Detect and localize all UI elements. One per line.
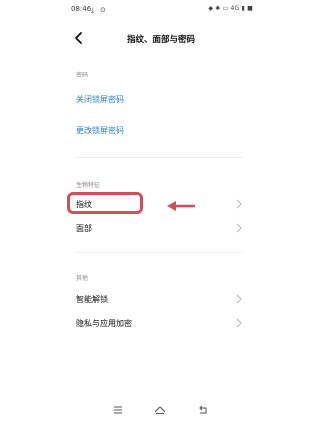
notification-icon: ⊙ bbox=[100, 6, 106, 14]
chevron-right-icon bbox=[236, 294, 242, 304]
chevron-right-icon bbox=[236, 223, 242, 233]
row-label-privacy-app-encryption: 隐私与应用加密 bbox=[76, 319, 132, 328]
status-bar: 08:46 ⤓ ⊙ ◆ ✱ ▭ 4G ▮ ■ bbox=[71, 5, 253, 17]
back-icon[interactable] bbox=[196, 404, 210, 416]
status-time: 08:46 bbox=[71, 5, 92, 13]
change-lock-password-link[interactable]: 更改锁屏密码 bbox=[76, 125, 124, 136]
pointer-arrow-icon bbox=[167, 201, 195, 211]
header: 指纹、面部与密码 bbox=[61, 30, 261, 50]
settings-row-smart-unlock[interactable]: 智能解锁 bbox=[76, 292, 243, 308]
divider bbox=[76, 157, 243, 158]
page-title: 指纹、面部与密码 bbox=[126, 35, 195, 45]
chevron-right-icon bbox=[236, 199, 242, 209]
divider bbox=[76, 252, 243, 253]
settings-screen: 08:46 ⤓ ⊙ ◆ ✱ ▭ 4G ▮ ■ 指纹、面部与密码 密码 关闭锁屏密… bbox=[61, 0, 261, 421]
turn-off-lock-password-link[interactable]: 关闭锁屏密码 bbox=[76, 94, 124, 105]
status-indicators: ◆ ✱ ▭ 4G ▮ ■ bbox=[208, 5, 253, 12]
chevron-right-icon bbox=[236, 318, 242, 328]
row-label-face: 面部 bbox=[76, 224, 92, 233]
download-icon: ⤓ bbox=[91, 6, 95, 14]
highlight-box bbox=[67, 192, 143, 214]
navigation-bar bbox=[61, 404, 261, 418]
section-label-other: 其他 bbox=[76, 275, 89, 282]
settings-row-face[interactable]: 面部 bbox=[76, 221, 243, 237]
row-label-smart-unlock: 智能解锁 bbox=[76, 295, 108, 304]
section-label-biometrics: 生物特征 bbox=[76, 182, 101, 189]
section-label-password: 密码 bbox=[76, 72, 89, 79]
home-icon[interactable] bbox=[153, 404, 167, 416]
menu-icon[interactable] bbox=[111, 404, 125, 416]
settings-row-privacy-app-encryption[interactable]: 隐私与应用加密 bbox=[76, 316, 243, 332]
